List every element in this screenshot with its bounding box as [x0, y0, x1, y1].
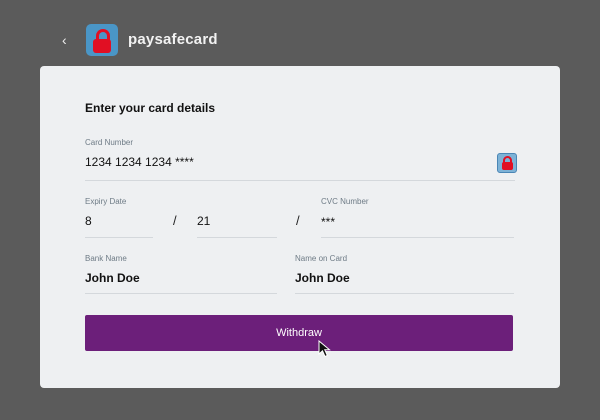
card-lock-body — [502, 162, 513, 170]
paysafecard-lock-icon — [86, 24, 118, 56]
name-on-card-field[interactable]: John Doe — [295, 271, 350, 285]
expiry-year-underline — [197, 237, 277, 238]
card-number-field[interactable]: 1234 1234 1234 **** — [85, 155, 194, 169]
app-header: ‹ paysafecard — [0, 0, 600, 66]
bank-name-field[interactable]: John Doe — [85, 271, 140, 285]
cvc-separator: / — [296, 213, 300, 228]
card-details-form: Enter your card details Card Number 1234… — [40, 66, 560, 388]
bank-name-label: Bank Name — [85, 254, 127, 263]
expiry-separator: / — [173, 213, 177, 228]
expiry-month-underline — [85, 237, 153, 238]
expiry-month-field[interactable]: 8 — [85, 214, 92, 228]
brand-name: paysafecard — [128, 31, 218, 48]
bank-name-underline — [85, 293, 277, 294]
mouse-cursor-icon — [318, 340, 331, 358]
expiry-date-label: Expiry Date — [85, 197, 127, 206]
name-on-card-label: Name on Card — [295, 254, 348, 263]
back-chevron-icon[interactable]: ‹ — [62, 32, 76, 48]
name-on-card-underline — [295, 293, 514, 294]
cvc-field[interactable]: *** — [321, 215, 335, 229]
form-title: Enter your card details — [85, 101, 216, 115]
logo-body — [93, 39, 111, 53]
card-number-underline — [85, 180, 515, 181]
expiry-year-field[interactable]: 21 — [197, 214, 210, 228]
card-lock-icon — [497, 153, 517, 173]
card-number-label: Card Number — [85, 138, 134, 147]
cvc-underline — [321, 237, 514, 238]
cvc-label: CVC Number — [321, 197, 369, 206]
withdraw-button[interactable]: Withdraw — [85, 315, 513, 351]
